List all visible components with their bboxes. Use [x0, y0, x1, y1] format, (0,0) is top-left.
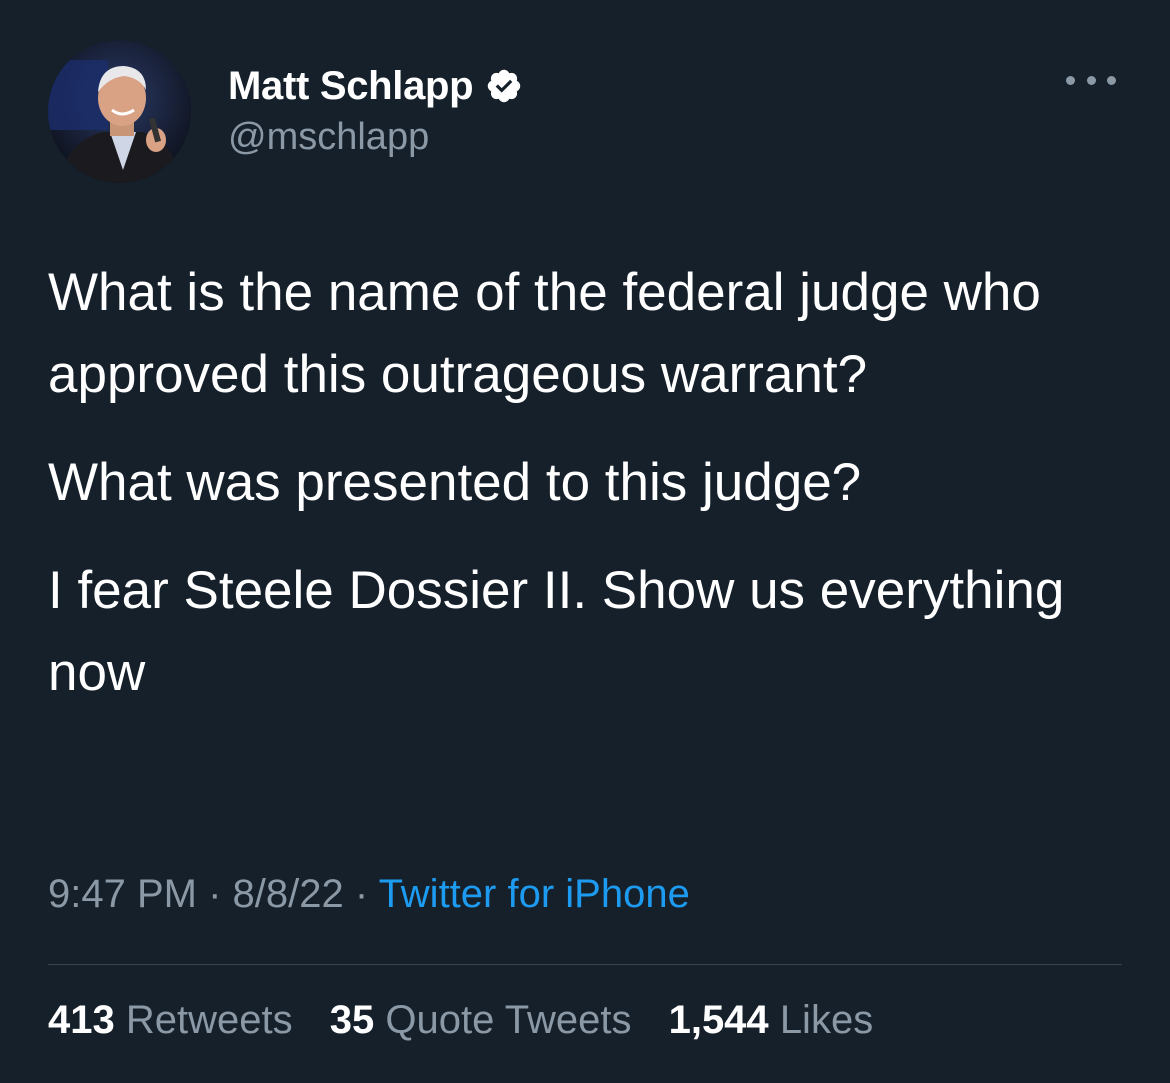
- tweet-date[interactable]: 8/8/22: [233, 872, 344, 916]
- quote-tweets-stat[interactable]: 35 Quote Tweets: [330, 998, 632, 1042]
- tweet-time[interactable]: 9:47 PM: [48, 872, 197, 916]
- avatar-photo-icon: [48, 40, 191, 183]
- tweet-stats: 413 Retweets 35 Quote Tweets 1,544 Likes: [48, 998, 899, 1043]
- dot: [1086, 75, 1096, 85]
- tweet-metadata: 9:47 PM · 8/8/22 · Twitter for iPhone: [48, 872, 690, 917]
- likes-stat[interactable]: 1,544 Likes: [669, 998, 874, 1042]
- retweets-stat[interactable]: 413 Retweets: [48, 998, 293, 1042]
- tweet-source-link[interactable]: Twitter for iPhone: [379, 872, 690, 916]
- tweet-header: Matt Schlapp @mschlapp: [48, 40, 1122, 185]
- tweet-paragraph: What was presented to this judge?: [48, 453, 862, 512]
- tweet-paragraph: What is the name of the federal judge wh…: [48, 263, 1041, 404]
- meta-separator: ·: [343, 872, 379, 916]
- divider: [48, 964, 1122, 965]
- dot: [1107, 75, 1116, 85]
- quote-tweets-label: Quote Tweets: [385, 998, 632, 1042]
- quote-tweets-count: 35: [329, 998, 375, 1042]
- author-display-name[interactable]: Matt Schlapp: [228, 64, 474, 109]
- retweets-label: Retweets: [125, 998, 293, 1042]
- author-name-row: Matt Schlapp: [228, 60, 523, 112]
- more-options-icon[interactable]: [1066, 70, 1116, 90]
- author-info: Matt Schlapp @mschlapp: [228, 60, 523, 159]
- tweet-text: What is the name of the federal judge wh…: [48, 252, 1128, 740]
- dot: [1066, 75, 1075, 85]
- retweets-count: 413: [48, 998, 115, 1042]
- author-avatar[interactable]: [48, 40, 191, 183]
- likes-count: 1,544: [668, 998, 769, 1042]
- verified-badge-icon: [485, 67, 523, 105]
- tweet-detail: Matt Schlapp @mschlapp What is the name …: [0, 0, 1170, 1083]
- tweet-paragraph: I fear Steele Dossier II. Show us everyt…: [48, 561, 1065, 702]
- author-handle[interactable]: @mschlapp: [228, 116, 523, 159]
- likes-label: Likes: [779, 998, 874, 1042]
- meta-separator: ·: [196, 872, 233, 916]
